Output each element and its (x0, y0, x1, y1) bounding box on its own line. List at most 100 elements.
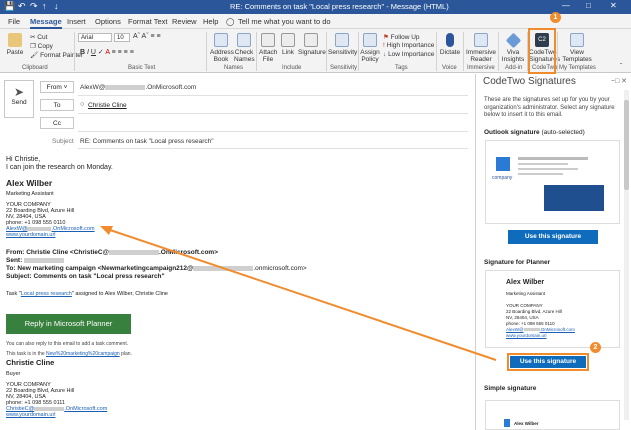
card-website: www.yourdomain.url (506, 333, 547, 338)
field-divider (78, 131, 468, 132)
from-field[interactable]: AlexW@ .OnMicrosoft.com (80, 84, 196, 91)
panel-scroll-thumb[interactable] (624, 100, 629, 190)
viva-insights-button[interactable]: Viva Insights (500, 32, 526, 63)
company-logo-text: company (492, 175, 513, 181)
menu-insert[interactable]: Insert (67, 17, 86, 26)
down-arrow-icon[interactable]: ↓ (54, 1, 59, 11)
field-divider (78, 95, 468, 96)
signature-website[interactable]: www.yourdomain.url (6, 232, 56, 238)
simple-card-name: Alex Wilber (514, 421, 539, 426)
check-names-button[interactable]: Check Names (234, 33, 255, 63)
maximize-icon[interactable]: □ (586, 1, 591, 10)
menu-format-text[interactable]: Format Text (128, 17, 167, 26)
card-name: Alex Wilber (506, 279, 545, 286)
ribbon-separator (256, 32, 257, 71)
outlook-signature-preview[interactable]: company (485, 140, 620, 224)
font-size-controls[interactable]: Aˆ Aˇ ≡ ≡ (133, 33, 161, 40)
to-button[interactable]: To (40, 99, 74, 111)
quoted-sent: Sent: (6, 257, 65, 264)
preview-line (518, 173, 563, 175)
use-signature-button-1[interactable]: Use this signature (508, 230, 598, 244)
card-address-1: 22 Boarding Blvd, Azure Hill (506, 309, 562, 314)
close-icon[interactable]: ✕ (610, 1, 617, 10)
field-divider (78, 148, 468, 149)
menu-file[interactable]: File (8, 17, 20, 26)
attach-file-button[interactable]: Attach File (259, 33, 277, 63)
card-email: AlexW@ .OnMicrosoft.com (506, 327, 575, 332)
menu-message[interactable]: Message (30, 17, 62, 29)
redo-icon[interactable]: ↷ (30, 1, 38, 12)
copy-button[interactable]: ❐ Copy (30, 42, 53, 50)
dictate-button[interactable]: Dictate (439, 33, 461, 56)
link-icon (281, 33, 295, 47)
paperclip-icon (261, 33, 275, 47)
up-arrow-icon[interactable]: ↑ (42, 1, 47, 11)
tell-me-search[interactable]: Tell me what you want to do (238, 17, 331, 26)
send-icon: ➤ (13, 85, 25, 99)
paste-button[interactable]: Paste (4, 33, 26, 56)
menu-help[interactable]: Help (203, 17, 218, 26)
codetwo-panel: CodeTwo Signatures −□ ✕ These are the si… (477, 74, 631, 430)
quoted-subject: Subject: Comments on task "Local press r… (6, 273, 165, 280)
use-signature-button-2[interactable]: Use this signature (510, 356, 586, 368)
signature-button[interactable]: Signature (298, 33, 326, 56)
plan-note: This task is in the New%20marketing%20ca… (6, 351, 132, 357)
signature-2-website[interactable]: www.yourdomain.url (6, 412, 56, 418)
to-recipient[interactable]: Christie Cline (88, 102, 127, 109)
send-button[interactable]: ➤ Send (4, 80, 34, 118)
menu-options[interactable]: Options (95, 17, 121, 26)
redacted-bar (523, 328, 540, 332)
panel-title: CodeTwo Signatures (483, 76, 576, 87)
cut-button[interactable]: ✂ Cut (30, 33, 47, 41)
panel-controls[interactable]: −□ ✕ (611, 77, 627, 85)
redacted-bar (108, 249, 159, 255)
low-importance-button[interactable]: ↓ Low Importance (383, 51, 434, 58)
view-templates-button[interactable]: View Templates (560, 33, 594, 63)
planner-signature-preview[interactable]: Alex Wilber Marketing Assistant YOUR COM… (485, 270, 620, 348)
subject-field[interactable]: RE: Comments on task "Local press resear… (80, 138, 214, 145)
signature-icon (304, 33, 318, 47)
follow-up-button[interactable]: ⚑ Follow Up (383, 33, 420, 41)
redacted-bar (105, 84, 146, 90)
format-buttons[interactable]: B I U ✓ A ≡ ≡ ≡ ≡ (80, 48, 134, 56)
plan-link[interactable]: New%20marketing%20campaign (46, 351, 120, 357)
simple-signature-preview[interactable]: Alex Wilber (485, 400, 620, 430)
paste-icon (8, 33, 22, 47)
basic-text-group-label: Basic Text (128, 65, 156, 71)
from-button[interactable]: From ˅ (40, 81, 74, 93)
subject-label: Subject (52, 138, 74, 145)
immersive-reader-button[interactable]: Immersive Reader (465, 33, 497, 63)
sensitivity-button[interactable]: Sensitivity (328, 33, 357, 56)
step-2-badge: 2 (590, 342, 601, 353)
preview-line (518, 157, 588, 160)
reply-in-planner-button[interactable]: Reply in Microsoft Planner (6, 314, 131, 334)
sensitivity-icon (335, 33, 349, 47)
templates-icon (570, 33, 584, 47)
undo-icon[interactable]: ↶ (18, 1, 26, 12)
format-painter-button[interactable]: 🖌 Format Painter (30, 51, 83, 59)
ribbon-separator (463, 32, 464, 71)
assign-policy-button[interactable]: Assign Policy (360, 33, 380, 63)
panel-intro: These are the signatures set up for you … (484, 97, 615, 118)
task-link[interactable]: Local press research (21, 291, 72, 297)
microphone-icon (446, 33, 454, 47)
exclamation-icon: ! (383, 42, 385, 49)
menu-review[interactable]: Review (172, 17, 197, 26)
flag-icon: ⚑ (383, 34, 389, 41)
high-importance-button[interactable]: ! High Importance (383, 42, 434, 49)
link-button[interactable]: Link (280, 33, 296, 56)
clipboard-group-label: Clipboard (22, 65, 48, 71)
redacted-bar (24, 257, 65, 263)
card-title: Marketing Assistant (506, 291, 546, 296)
greeting: Hi Christie, (6, 156, 41, 163)
font-size-select[interactable]: 10 (114, 33, 130, 42)
save-icon[interactable]: 💾 (4, 1, 15, 12)
address-book-button[interactable]: Address Book (210, 33, 234, 63)
window-title: RE: Comments on task "Local press resear… (230, 2, 449, 11)
minimize-icon[interactable]: — (562, 1, 570, 10)
collapse-ribbon-icon[interactable]: ˆ (620, 63, 622, 70)
font-select[interactable]: Arial (78, 33, 112, 42)
card-address-2: NV, 28404, USA (506, 315, 539, 320)
cc-button[interactable]: Cc (40, 117, 74, 129)
voice-group-label: Voice (442, 65, 457, 71)
